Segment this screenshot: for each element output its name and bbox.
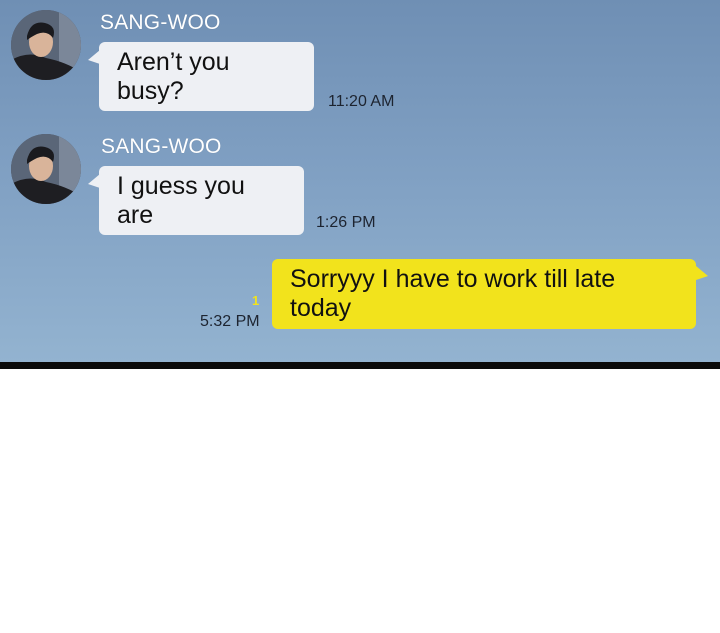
blank-area (0, 369, 720, 633)
profile-avatar-icon (11, 10, 81, 80)
message-bubble[interactable]: I guess you are (99, 166, 304, 235)
panel-divider (0, 362, 720, 369)
chat-conversation: SANG-WOO Aren’t you busy? 11:20 AM SANG-… (0, 0, 720, 362)
message-time: 11:20 AM (328, 93, 395, 110)
sender-name: SANG-WOO (101, 135, 222, 158)
sender-name: SANG-WOO (100, 11, 221, 34)
message-time: 1:26 PM (316, 214, 376, 231)
message-bubble[interactable]: Aren’t you busy? (99, 42, 314, 111)
profile-avatar-icon (11, 134, 81, 204)
avatar[interactable] (11, 10, 81, 80)
message-bubble[interactable]: Sorryyy I have to work till late today (272, 259, 696, 329)
message-time: 5:32 PM (200, 313, 260, 330)
avatar[interactable] (11, 134, 81, 204)
unread-count: 1 (252, 293, 260, 308)
bubble-tail (696, 266, 708, 280)
